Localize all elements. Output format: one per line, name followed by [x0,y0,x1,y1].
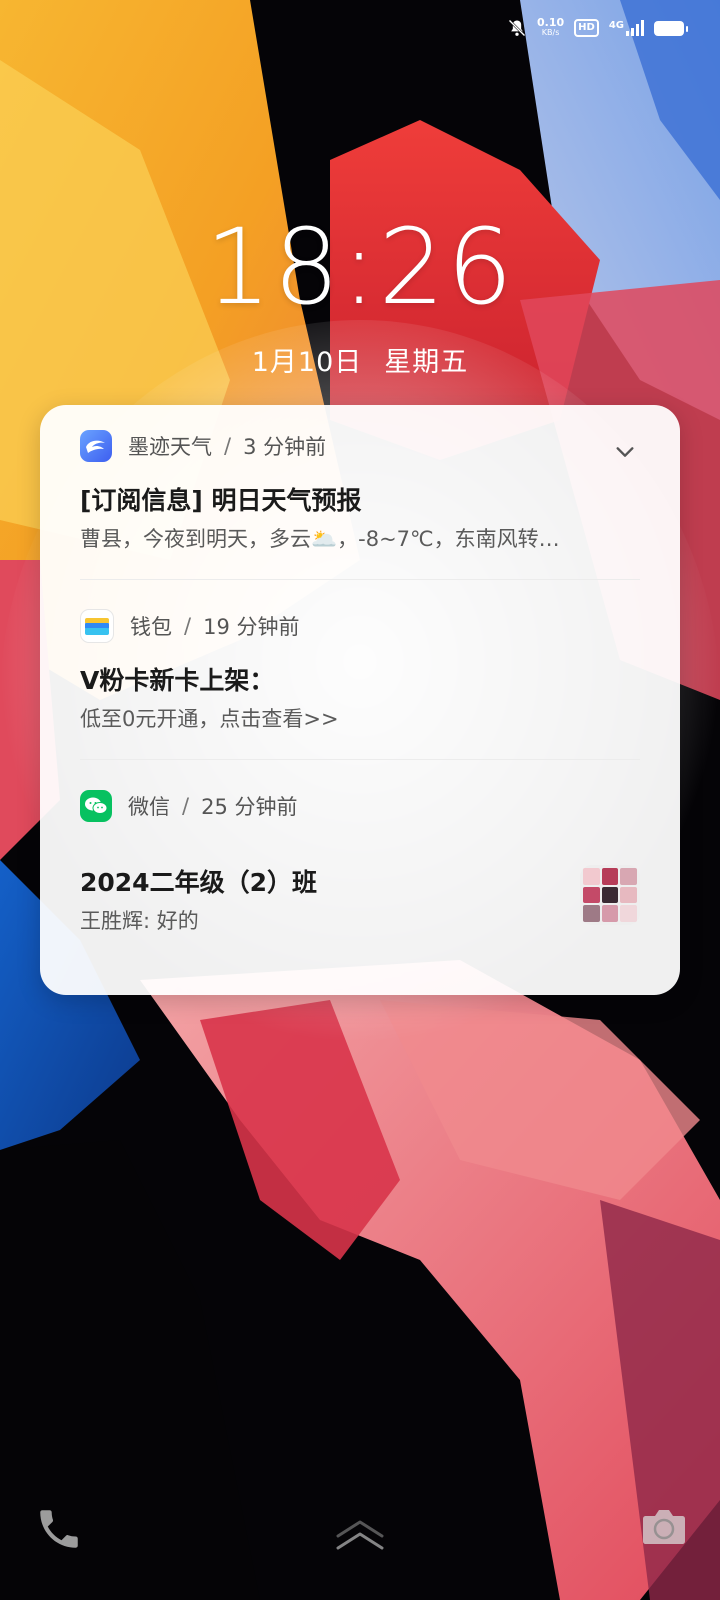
wallet-icon [80,609,114,643]
mojiweather-icon [80,430,112,462]
weekday-text: 星期五 [384,347,469,378]
bell-slash-icon [508,19,526,37]
swipe-up-icon[interactable] [332,1514,388,1554]
notification-header: 钱包 / 19 分钟前 [80,609,640,643]
camera-icon[interactable] [640,1504,688,1548]
notification-body: 低至0元开通，点击查看>> [80,707,339,731]
status-bar: 0.10 KB/s HD 4G [507,10,688,46]
time-ago: 25 分钟前 [201,795,298,819]
notification-title: [订阅信息] 明日天气预报 [80,486,362,515]
separator: / [184,614,192,638]
date-text: 1月10日 [251,347,363,378]
notification-weather[interactable]: 墨迹天气 / 3 分钟前 [订阅信息] 明日天气预报 曹县，今夜到明天，多云🌥️… [80,429,640,553]
divider [80,579,640,580]
signal-bars-icon [626,20,644,36]
network-speed-unit: KB/s [541,28,560,37]
notification-wechat[interactable]: 微信 / 25 分钟前 2024二年级（2）班 王胜辉: 好的 [80,789,640,935]
app-name: 钱包 [130,615,172,639]
phone-icon[interactable] [34,1504,84,1554]
notification-body: 曹县，今夜到明天，多云🌥️，-8~7℃，东南风转… [80,527,560,551]
notification-title: V粉卡新卡上架： [80,666,275,695]
network-speed: 0.10 KB/s [537,16,565,38]
notification-wallet[interactable]: 钱包 / 19 分钟前 V粉卡新卡上架： 低至0元开通，点击查看>> [80,609,640,733]
divider [80,759,640,760]
time-ago: 3 分钟前 [243,435,327,459]
notification-header: 墨迹天气 / 3 分钟前 [80,429,640,463]
wechat-icon [80,790,112,822]
separator: / [182,794,190,818]
lockscreen-date: 1月10日 星期五 [0,340,720,379]
notification-title: 2024二年级（2）班 [80,868,317,897]
lockscreen-clock: 18:26 [205,206,515,328]
time-ago: 19 分钟前 [203,615,300,639]
cellular-signal: 4G [609,20,644,36]
notification-body: 王胜辉: 好的 [80,909,199,933]
app-name: 微信 [128,795,170,819]
notification-stack[interactable]: 墨迹天气 / 3 分钟前 [订阅信息] 明日天气预报 曹县，今夜到明天，多云🌥️… [40,405,680,995]
app-name: 墨迹天气 [128,435,212,459]
network-speed-value: 0.10 [537,16,565,29]
network-type: 4G [608,20,624,31]
battery-icon [654,20,688,36]
notification-header: 微信 / 25 分钟前 [80,789,640,823]
group-avatar [580,865,640,925]
lockscreen-shortcuts [0,1480,720,1600]
separator: / [224,434,232,458]
hd-voice-badge: HD [574,19,599,37]
